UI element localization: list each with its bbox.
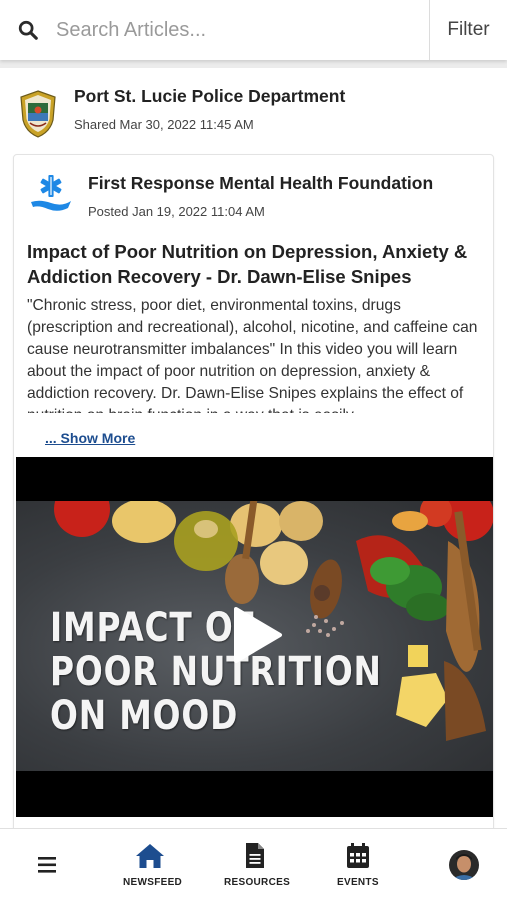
- nav-label-resources: RESOURCES: [224, 877, 291, 888]
- nav-label-events: EVENTS: [337, 877, 379, 888]
- calendar-icon: [347, 843, 369, 868]
- video-thumbnail: IMPACT OF POOR NUTRITION ON MOOD: [16, 501, 493, 771]
- police-badge-logo: [20, 90, 56, 138]
- search-bar: Filter: [0, 0, 507, 60]
- search-icon[interactable]: [0, 0, 56, 60]
- shared-org-name[interactable]: First Response Mental Health Foundation: [88, 173, 433, 194]
- bottom-nav: NEWSFEED RESOURCES EVENTS: [0, 828, 507, 900]
- user-avatar: [449, 850, 479, 880]
- app-root: Filter Port St. Lucie Police Department …: [0, 0, 507, 900]
- article-title-line: Impact of Poor Nutrition on Depression, …: [27, 241, 468, 262]
- post-header: Port St. Lucie Police Department Shared …: [18, 86, 345, 138]
- thumbnail-text-line: IMPACT OF: [50, 605, 257, 651]
- profile-button[interactable]: [446, 829, 482, 900]
- shared-article-card[interactable]: First Response Mental Health Foundation …: [13, 154, 494, 828]
- post-shared-date: Shared Mar 30, 2022 11:45 AM: [74, 117, 254, 132]
- home-icon: [136, 844, 164, 868]
- video-player[interactable]: IMPACT OF POOR NUTRITION ON MOOD: [16, 457, 493, 817]
- search-input[interactable]: [56, 10, 429, 50]
- document-icon: [246, 843, 264, 868]
- article-title-line: Addiction Recovery - Dr. Dawn-Elise Snip…: [27, 266, 412, 287]
- hamburger-menu-icon: [38, 857, 56, 873]
- nav-item-newsfeed[interactable]: NEWSFEED: [112, 829, 188, 900]
- nav-item-resources[interactable]: RESOURCES: [218, 829, 294, 900]
- video-thumbnail-text: IMPACT OF POOR NUTRITION ON MOOD: [50, 606, 382, 738]
- nav-label-newsfeed: NEWSFEED: [123, 877, 183, 888]
- article-body: "Chronic stress, poor diet, environmenta…: [27, 297, 478, 413]
- post-meta: Port St. Lucie Police Department Shared …: [74, 86, 345, 132]
- foundation-logo: [31, 175, 71, 211]
- show-more-link[interactable]: ... Show More: [45, 430, 135, 446]
- article-title[interactable]: Impact of Poor Nutrition on Depression, …: [27, 239, 482, 289]
- shared-posted-date: Posted Jan 19, 2022 11:04 AM: [88, 204, 265, 219]
- menu-button[interactable]: [28, 829, 68, 900]
- post-org-name[interactable]: Port St. Lucie Police Department: [74, 86, 345, 107]
- shared-article-meta: First Response Mental Health Foundation …: [88, 173, 433, 219]
- post-card: Port St. Lucie Police Department Shared …: [0, 68, 507, 828]
- newsfeed: Port St. Lucie Police Department Shared …: [0, 62, 507, 828]
- shared-article-header: First Response Mental Health Foundation …: [28, 169, 433, 219]
- thumbnail-text-line: ON MOOD: [50, 693, 239, 739]
- thumbnail-text-line: POOR NUTRITION: [50, 649, 382, 695]
- nav-item-events[interactable]: EVENTS: [326, 829, 390, 900]
- play-icon[interactable]: [230, 605, 284, 665]
- filter-button[interactable]: Filter: [429, 0, 507, 60]
